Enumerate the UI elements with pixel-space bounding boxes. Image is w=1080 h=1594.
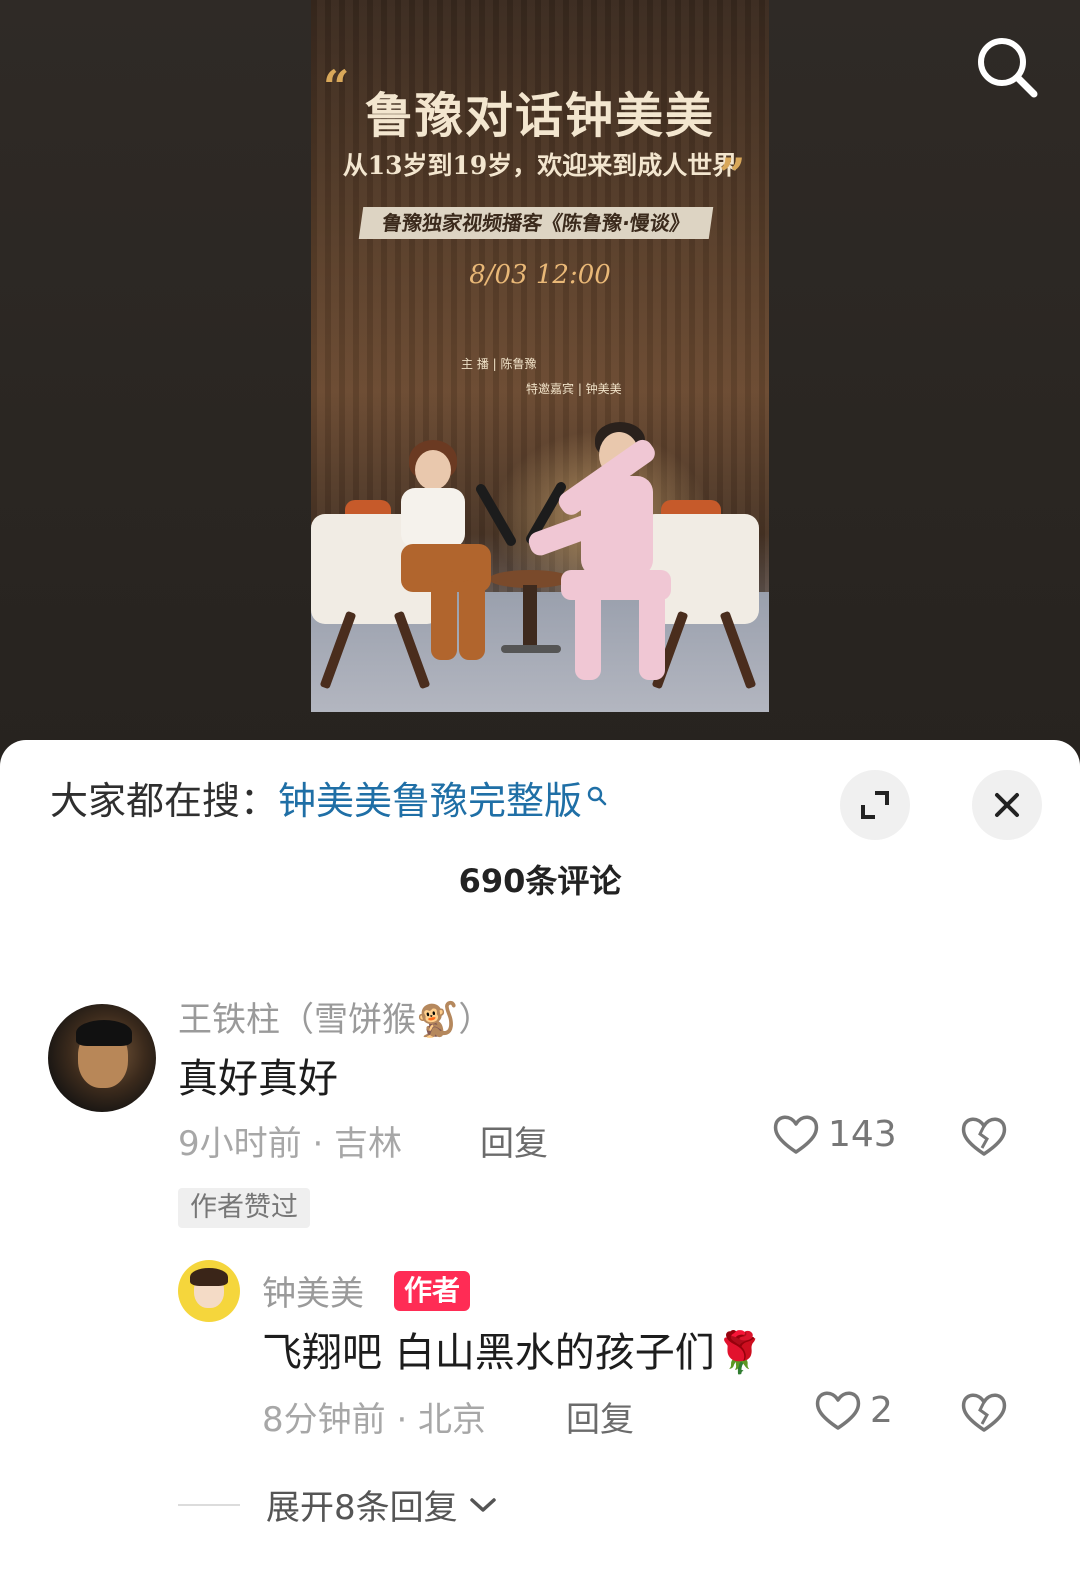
host-figure [371, 440, 491, 700]
hot-search-bar: 大家都在搜：钟美美鲁豫完整版 [50, 770, 608, 825]
search-icon [586, 772, 608, 816]
poster-image: “ 鲁豫对话钟美美 从13岁到19岁，欢迎来到成人世界 ” 鲁豫独家视频播客《陈… [311, 0, 769, 712]
close-button[interactable] [972, 770, 1042, 840]
like-count: 143 [828, 1113, 897, 1155]
poster-credit-guest: 特邀嘉宾 | 钟美美 [526, 382, 622, 396]
heart-icon [773, 1115, 819, 1154]
poster-datetime: 8/03 12:00 [469, 260, 611, 290]
poster-subtitle: 从13岁到19岁，欢迎来到成人世界 [342, 151, 738, 180]
broken-heart-icon [961, 1117, 1007, 1156]
hot-search-label: 大家都在搜： [50, 779, 279, 823]
expand-button[interactable] [840, 770, 910, 840]
comment-time-location: 9小时前 · 吉林 [178, 1124, 403, 1164]
broken-heart-icon [961, 1393, 1007, 1432]
poster-podcast-tag: 鲁豫独家视频播客《陈鲁豫·慢谈》 [358, 207, 714, 239]
expand-replies-label: 展开8条回复 [266, 1488, 458, 1528]
reply-button[interactable]: 回复 [566, 1392, 634, 1441]
like-button[interactable]: 2 [814, 1388, 893, 1432]
reply-username[interactable]: 钟美美 [262, 1266, 364, 1315]
poster-credit-host: 主 播 | 陈鲁豫 [461, 357, 537, 371]
avatar[interactable] [178, 1260, 240, 1322]
reply-text: 飞翔吧 白山黑水的孩子们🌹 [262, 1330, 765, 1376]
reply-time-location: 8分钟前 · 北京 [262, 1400, 487, 1440]
author-badge: 作者 [394, 1271, 471, 1311]
comments-sheet: 大家都在搜：钟美美鲁豫完整版 690条评论 王铁柱（雪饼猴🐒） 真好真好 9小时… [0, 740, 1080, 1594]
like-button[interactable]: 143 [772, 1112, 897, 1156]
expand-icon [861, 791, 889, 819]
comment-text: 真好真好 [178, 1056, 338, 1102]
search-icon [978, 38, 1038, 98]
divider-line [178, 1503, 240, 1506]
search-button[interactable] [972, 32, 1042, 102]
expand-replies-button[interactable]: 展开8条回复 [178, 1480, 498, 1529]
quote-close-mark: ” [719, 148, 746, 202]
like-count: 2 [870, 1389, 893, 1431]
video-area[interactable]: “ 鲁豫对话钟美美 从13岁到19岁，欢迎来到成人世界 ” 鲁豫独家视频播客《陈… [0, 0, 1080, 760]
comment-count: 690条评论 [458, 862, 622, 900]
author-liked-badge: 作者赞过 [178, 1188, 310, 1228]
poster-title: 鲁豫对话钟美美 [364, 88, 715, 144]
guest-figure [526, 400, 741, 700]
comment-username[interactable]: 王铁柱（雪饼猴🐒） [178, 992, 492, 1041]
close-icon [995, 793, 1019, 817]
chevron-down-icon [469, 1497, 496, 1512]
hot-search-term-link[interactable]: 钟美美鲁豫完整版 [278, 779, 582, 823]
heart-icon [815, 1391, 861, 1430]
avatar[interactable] [48, 1004, 156, 1112]
reply-button[interactable]: 回复 [480, 1116, 548, 1165]
dislike-button[interactable] [960, 1390, 1008, 1438]
dislike-button[interactable] [960, 1114, 1008, 1162]
